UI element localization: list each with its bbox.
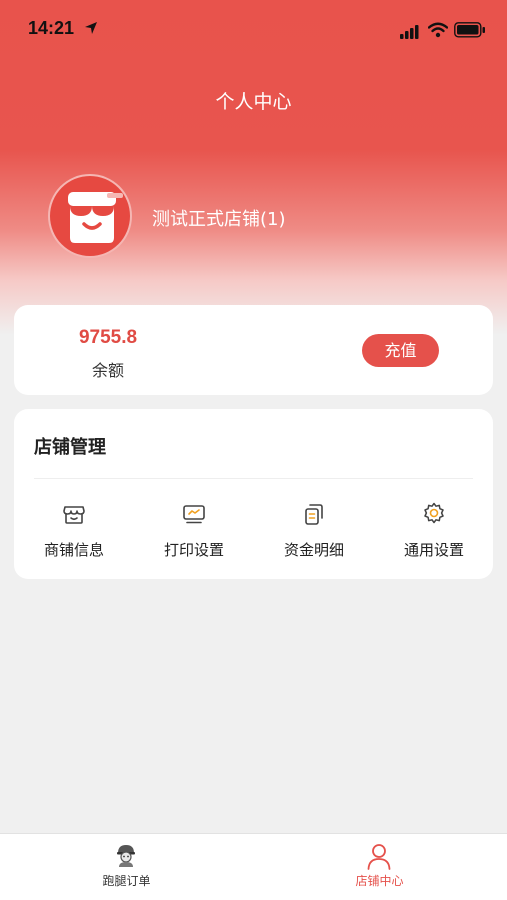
documents-icon xyxy=(301,501,327,527)
page-title: 个人中心 xyxy=(215,91,292,113)
printer-monitor-icon xyxy=(181,501,207,527)
store-info-label: 商铺信息 xyxy=(43,541,104,559)
courier-icon xyxy=(113,842,139,872)
fund-details-label: 资金明细 xyxy=(283,541,344,559)
location-arrow-icon xyxy=(84,20,98,39)
wifi-icon xyxy=(427,22,449,42)
status-bar: 14:21 xyxy=(0,0,507,60)
general-settings-label: 通用设置 xyxy=(403,541,464,559)
balance-label: 余额 xyxy=(91,361,124,380)
fund-details-item[interactable]: 资金明细 xyxy=(254,501,374,561)
cellular-signal-icon xyxy=(400,24,420,43)
tab-store-center[interactable]: 店铺中心 xyxy=(253,834,506,900)
tab-store-center-label: 店铺中心 xyxy=(355,874,404,888)
tab-errand-orders-label: 跑腿订单 xyxy=(102,874,151,888)
recharge-button[interactable]: 充值 xyxy=(362,334,439,367)
print-settings-label: 打印设置 xyxy=(163,541,224,559)
gear-icon xyxy=(421,501,447,527)
tab-errand-orders[interactable]: 跑腿订单 xyxy=(0,834,253,900)
balance-amount: 9755.8 xyxy=(78,327,138,348)
battery-icon xyxy=(454,22,486,42)
print-settings-item[interactable]: 打印设置 xyxy=(134,501,254,561)
bottom-tab-bar: 跑腿订单 店铺中心 xyxy=(0,833,507,900)
avatar[interactable] xyxy=(48,174,132,258)
general-settings-item[interactable]: 通用设置 xyxy=(374,501,494,561)
divider xyxy=(34,478,473,479)
person-icon xyxy=(366,842,392,874)
store-icon xyxy=(61,501,87,527)
store-name: 测试正式店铺(1) xyxy=(152,209,286,230)
store-info-item[interactable]: 商铺信息 xyxy=(14,501,134,561)
balance-card: 9755.8 余额 充值 xyxy=(14,305,493,395)
store-logo-icon xyxy=(68,192,123,243)
status-time: 14:21 xyxy=(28,18,75,38)
store-management-card: 店铺管理 商铺信息 打印设置 资金明细 通用设置 xyxy=(14,409,493,579)
section-title: 店铺管理 xyxy=(34,437,106,458)
